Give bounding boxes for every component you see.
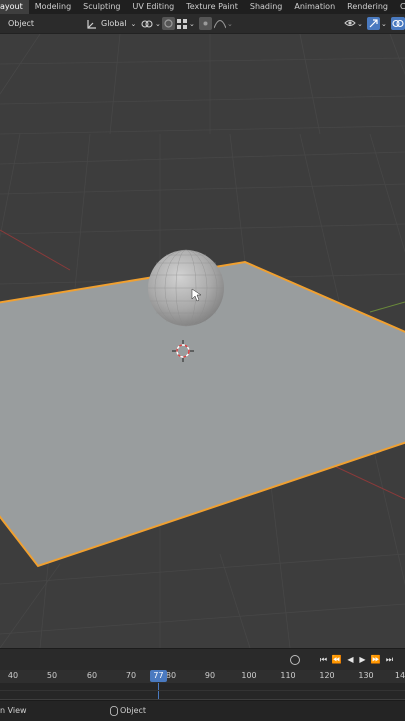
y-axis-line bbox=[369, 301, 405, 313]
timeline-header: ⏮ ⏪ ◀ ▶ ⏩ ⏭ bbox=[0, 648, 405, 671]
chevron-down-icon: ⌄ bbox=[227, 19, 233, 28]
frame-tick: 70 bbox=[125, 671, 137, 680]
chevron-down-icon: ⌄ bbox=[155, 19, 161, 28]
frame-tick: 90 bbox=[204, 671, 216, 680]
playhead-line bbox=[158, 683, 159, 699]
frame-tick: 110 bbox=[280, 671, 296, 680]
snap-target-dropdown[interactable]: ⌄ bbox=[177, 14, 195, 33]
orientation-icon bbox=[87, 19, 96, 29]
tab-uv-editing[interactable]: UV Editing bbox=[127, 0, 181, 14]
proportional-edit-toggle[interactable] bbox=[199, 14, 212, 33]
overlay-toggle[interactable] bbox=[391, 14, 405, 33]
play-reverse-icon[interactable]: ◀ bbox=[345, 654, 356, 665]
sphere-mesh[interactable] bbox=[148, 249, 224, 327]
timeline-track[interactable] bbox=[0, 683, 405, 699]
x-axis-line bbox=[0, 229, 71, 271]
workspace-tabs: ayout Modeling Sculpting UV Editing Text… bbox=[0, 0, 405, 14]
frame-tick: 40 bbox=[7, 671, 19, 680]
orientation-dropdown[interactable]: Global ⌄ bbox=[86, 14, 136, 33]
frame-tick: 130 bbox=[358, 671, 374, 680]
keyframe-record-icon[interactable] bbox=[289, 654, 301, 666]
gizmo-toggle[interactable]: ⌄ bbox=[367, 14, 387, 33]
frame-tick: 60 bbox=[86, 671, 98, 680]
orientation-label: Global bbox=[101, 19, 127, 28]
3d-viewport[interactable] bbox=[0, 34, 405, 648]
tab-compositing[interactable]: Compositing bbox=[394, 0, 405, 14]
tab-sculpting[interactable]: Sculpting bbox=[77, 0, 126, 14]
frame-tick: 120 bbox=[319, 671, 335, 680]
tab-animation[interactable]: Animation bbox=[288, 0, 341, 14]
tab-layout[interactable]: ayout bbox=[0, 0, 29, 14]
status-left-text: n View bbox=[0, 706, 27, 715]
x-axis-line-far bbox=[329, 463, 405, 500]
timeline-ruler[interactable]: 40 50 60 70 80 90 100 110 120 130 14 77 bbox=[0, 670, 405, 683]
pivot-dropdown[interactable]: ⌄ bbox=[140, 14, 161, 33]
snap-toggle[interactable] bbox=[162, 14, 175, 33]
tab-texture-paint[interactable]: Texture Paint bbox=[180, 0, 244, 14]
viewport-scene bbox=[0, 34, 405, 648]
jump-keyframe-back-icon[interactable]: ⏪ bbox=[331, 654, 342, 665]
mode-label: Object bbox=[8, 19, 35, 28]
chevron-down-icon: ⌄ bbox=[357, 19, 363, 28]
overlay-icon bbox=[391, 17, 405, 30]
track-divider bbox=[0, 690, 405, 691]
frame-tick: 80 bbox=[165, 671, 177, 680]
tab-rendering[interactable]: Rendering bbox=[341, 0, 394, 14]
chevron-down-icon: ⌄ bbox=[189, 19, 195, 28]
status-bar: n View Object bbox=[0, 700, 405, 721]
current-frame-indicator[interactable]: 77 bbox=[150, 670, 167, 682]
proportional-edit-icon bbox=[199, 17, 212, 30]
mode-selector[interactable]: Object bbox=[8, 14, 34, 33]
chevron-down-icon: ⌄ bbox=[130, 19, 137, 28]
viewport-header: Object Global ⌄ ⌄ ⌄ ⌄ ⌄ ⌄ bbox=[0, 14, 405, 34]
jump-keyframe-forward-icon[interactable]: ⏩ bbox=[370, 654, 381, 665]
jump-start-icon[interactable]: ⏮ bbox=[318, 654, 329, 665]
tab-shading[interactable]: Shading bbox=[244, 0, 289, 14]
falloff-icon bbox=[214, 19, 226, 28]
visibility-dropdown[interactable]: ⌄ bbox=[344, 14, 363, 33]
snap-icon bbox=[162, 17, 175, 30]
snap-increment-icon bbox=[177, 18, 187, 29]
frame-tick: 50 bbox=[46, 671, 58, 680]
falloff-dropdown[interactable]: ⌄ bbox=[214, 14, 233, 33]
gizmo-icon bbox=[367, 17, 380, 30]
pivot-icon bbox=[141, 19, 153, 28]
tab-modeling[interactable]: Modeling bbox=[29, 0, 77, 14]
frame-tick: 100 bbox=[241, 671, 257, 680]
jump-end-icon[interactable]: ⏭ bbox=[384, 654, 395, 665]
visibility-icon bbox=[344, 20, 356, 26]
chevron-down-icon: ⌄ bbox=[381, 19, 387, 28]
frame-tick: 14 bbox=[394, 671, 405, 680]
play-icon[interactable]: ▶ bbox=[357, 654, 368, 665]
mouse-icon bbox=[110, 706, 118, 716]
status-middle-text: Object bbox=[120, 706, 147, 715]
